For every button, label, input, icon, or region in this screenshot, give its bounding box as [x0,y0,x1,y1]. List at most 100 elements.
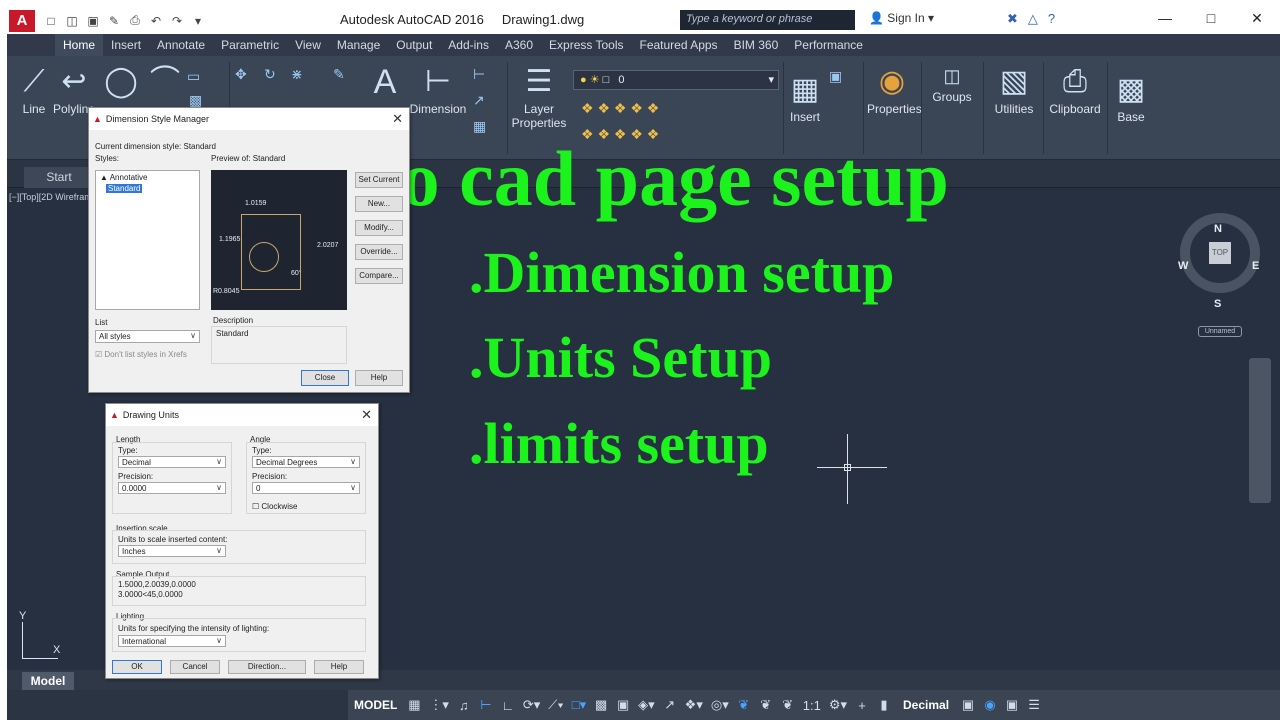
list-item[interactable]: ▲ Annotative [96,171,199,184]
layer-dropdown[interactable]: ● ☀ □ 0 ▾ [573,70,779,90]
tab-model[interactable]: Model [22,672,74,690]
qat-dropdown-icon[interactable]: ▾ [190,13,206,29]
annotation-scale-icon[interactable]: ❦ [777,690,799,720]
tab-view[interactable]: View [287,34,329,56]
dimension-tool[interactable]: ⊢ Dimension [407,62,469,116]
infer-constraints-icon[interactable]: ♫ [453,690,475,720]
create-block-icon[interactable]: ▣ [829,68,842,85]
isodraft-icon[interactable]: ⟋▾ [544,690,567,720]
compass-west[interactable]: W [1178,260,1188,272]
selection-cycling-icon[interactable]: ◈▾ [634,690,659,720]
close-icon[interactable]: ✕ [392,111,403,127]
tab-performance[interactable]: Performance [786,34,871,56]
linear-dim-icon[interactable]: ⊢ [473,66,485,83]
compass-east[interactable]: E [1252,260,1259,272]
gizmo-icon[interactable]: ◎▾ [707,690,733,720]
object-snap-icon[interactable]: □▾ [568,690,590,720]
leader-icon[interactable]: ↗ [473,92,485,109]
close-icon[interactable]: ✕ [361,407,372,423]
save-as-icon[interactable]: ✎ [106,13,122,29]
minimize-icon[interactable]: — [1142,7,1188,29]
polar-tracking-icon[interactable]: ⟳▾ [519,690,544,720]
layer-properties-button[interactable]: ☰ Layer Properties [509,62,569,130]
tab-annotate[interactable]: Annotate [149,34,213,56]
new-file-icon[interactable]: □ [43,13,59,29]
model-space-button[interactable]: MODEL [348,690,403,720]
graphics-performance-icon[interactable]: ◉ [979,690,1001,720]
styles-list[interactable]: ▲ Annotative Standard [95,170,200,310]
angle-precision-select[interactable]: 0 [252,482,360,494]
list-filter-select[interactable]: All styles [95,330,200,343]
tab-home[interactable]: Home [55,34,104,56]
arc-tool[interactable]: ⌒ [145,62,185,102]
cancel-button[interactable]: Cancel [170,660,220,674]
navigation-bar[interactable] [1249,358,1271,503]
close-icon[interactable]: ✕ [1234,7,1280,29]
move-icon[interactable]: ✥ [235,66,247,83]
direction-button[interactable]: Direction... [228,660,306,674]
help-button[interactable]: Help [355,370,403,386]
open-folder-icon[interactable]: ◫ [64,13,80,29]
lineweight-icon[interactable]: ▩ [590,690,612,720]
clean-screen-icon[interactable]: ▣ [1001,690,1023,720]
set-current-button[interactable]: Set Current [355,172,403,188]
ortho-icon[interactable]: ∟ [497,690,519,720]
auto-scale-icon[interactable]: ❦ [755,690,777,720]
tab-start[interactable]: Start [24,167,94,188]
base-button[interactable]: ▩ Base [1111,70,1151,124]
search-input[interactable]: Type a keyword or phrase [680,10,855,30]
tab-a360[interactable]: A360 [497,34,541,56]
trim-icon[interactable]: ⋇ [291,66,303,83]
new-style-button[interactable]: New... [355,196,403,212]
help-icon[interactable]: ? [1048,11,1055,27]
xrefs-checkbox[interactable]: ☑ Don't list styles in Xrefs [95,350,187,359]
tab-insert[interactable]: Insert [103,34,149,56]
length-type-select[interactable]: Decimal [118,456,226,468]
rotate-icon[interactable]: ↻ [264,66,276,83]
tab-featured-apps[interactable]: Featured Apps [632,34,726,56]
layer-tool-icon[interactable]: ❖ ❖ ❖ ❖ ❖ [581,100,659,117]
close-button[interactable]: Close [301,370,349,386]
workspace-gear-icon[interactable]: ⚙▾ [825,690,851,720]
ok-button[interactable]: OK [112,660,162,674]
list-item-selected[interactable]: Standard [106,184,143,193]
isolate-icon[interactable]: ▮ [873,690,895,720]
customize-menu-icon[interactable]: ☰ [1023,690,1045,720]
quick-properties-icon[interactable]: ▣ [957,690,979,720]
insert-block-button[interactable]: ▦ Insert [785,70,825,124]
help-button[interactable]: Help [314,660,364,674]
tab-bim-360[interactable]: BIM 360 [726,34,787,56]
tab-parametric[interactable]: Parametric [213,34,287,56]
override-button[interactable]: Override... [355,244,403,260]
compass-south[interactable]: S [1214,298,1221,310]
circle-tool[interactable]: ◯ [101,62,141,102]
3d-osnap-icon[interactable]: ↗ [659,690,681,720]
clipboard-button[interactable]: ⎙ Clipboard [1047,62,1103,116]
compass-north[interactable]: N [1214,223,1222,235]
rectangle-icon[interactable]: ▭ [187,68,200,85]
units-display[interactable]: Decimal [895,690,957,720]
exchange-icon[interactable]: ✖ [1007,11,1018,27]
viewport-controls[interactable]: [−][Top][2D Wireframe] [9,192,99,202]
insertion-units-select[interactable]: Inches [118,545,226,557]
clockwise-checkbox[interactable]: ☐ Clockwise [252,502,297,511]
transparency-icon[interactable]: ▣ [612,690,634,720]
length-precision-select[interactable]: 0.0000 [118,482,226,494]
wcs-menu[interactable]: Unnamed [1198,326,1242,337]
table-icon[interactable]: ▦ [473,118,486,135]
viewcube-top-face[interactable]: TOP [1209,242,1231,264]
a360-icon[interactable]: △ [1028,11,1038,27]
print-icon[interactable]: ⎙ [127,13,143,29]
properties-button[interactable]: ◉ Properties [867,62,922,116]
redo-icon[interactable]: ↷ [169,13,185,29]
utilities-button[interactable]: ▧ Utilities [989,62,1039,116]
angle-type-select[interactable]: Decimal Degrees [252,456,360,468]
plus-icon[interactable]: + [851,690,873,720]
save-icon[interactable]: ▣ [85,13,101,29]
dynamic-ucs-icon[interactable]: ❖▾ [681,690,707,720]
modify-button[interactable]: Modify... [355,220,403,236]
autocad-logo-icon[interactable]: A [9,9,35,32]
annotation-visibility-icon[interactable]: ❦ [733,690,755,720]
annotation-scale-value[interactable]: 1:1 [799,690,825,720]
undo-icon[interactable]: ↶ [148,13,164,29]
